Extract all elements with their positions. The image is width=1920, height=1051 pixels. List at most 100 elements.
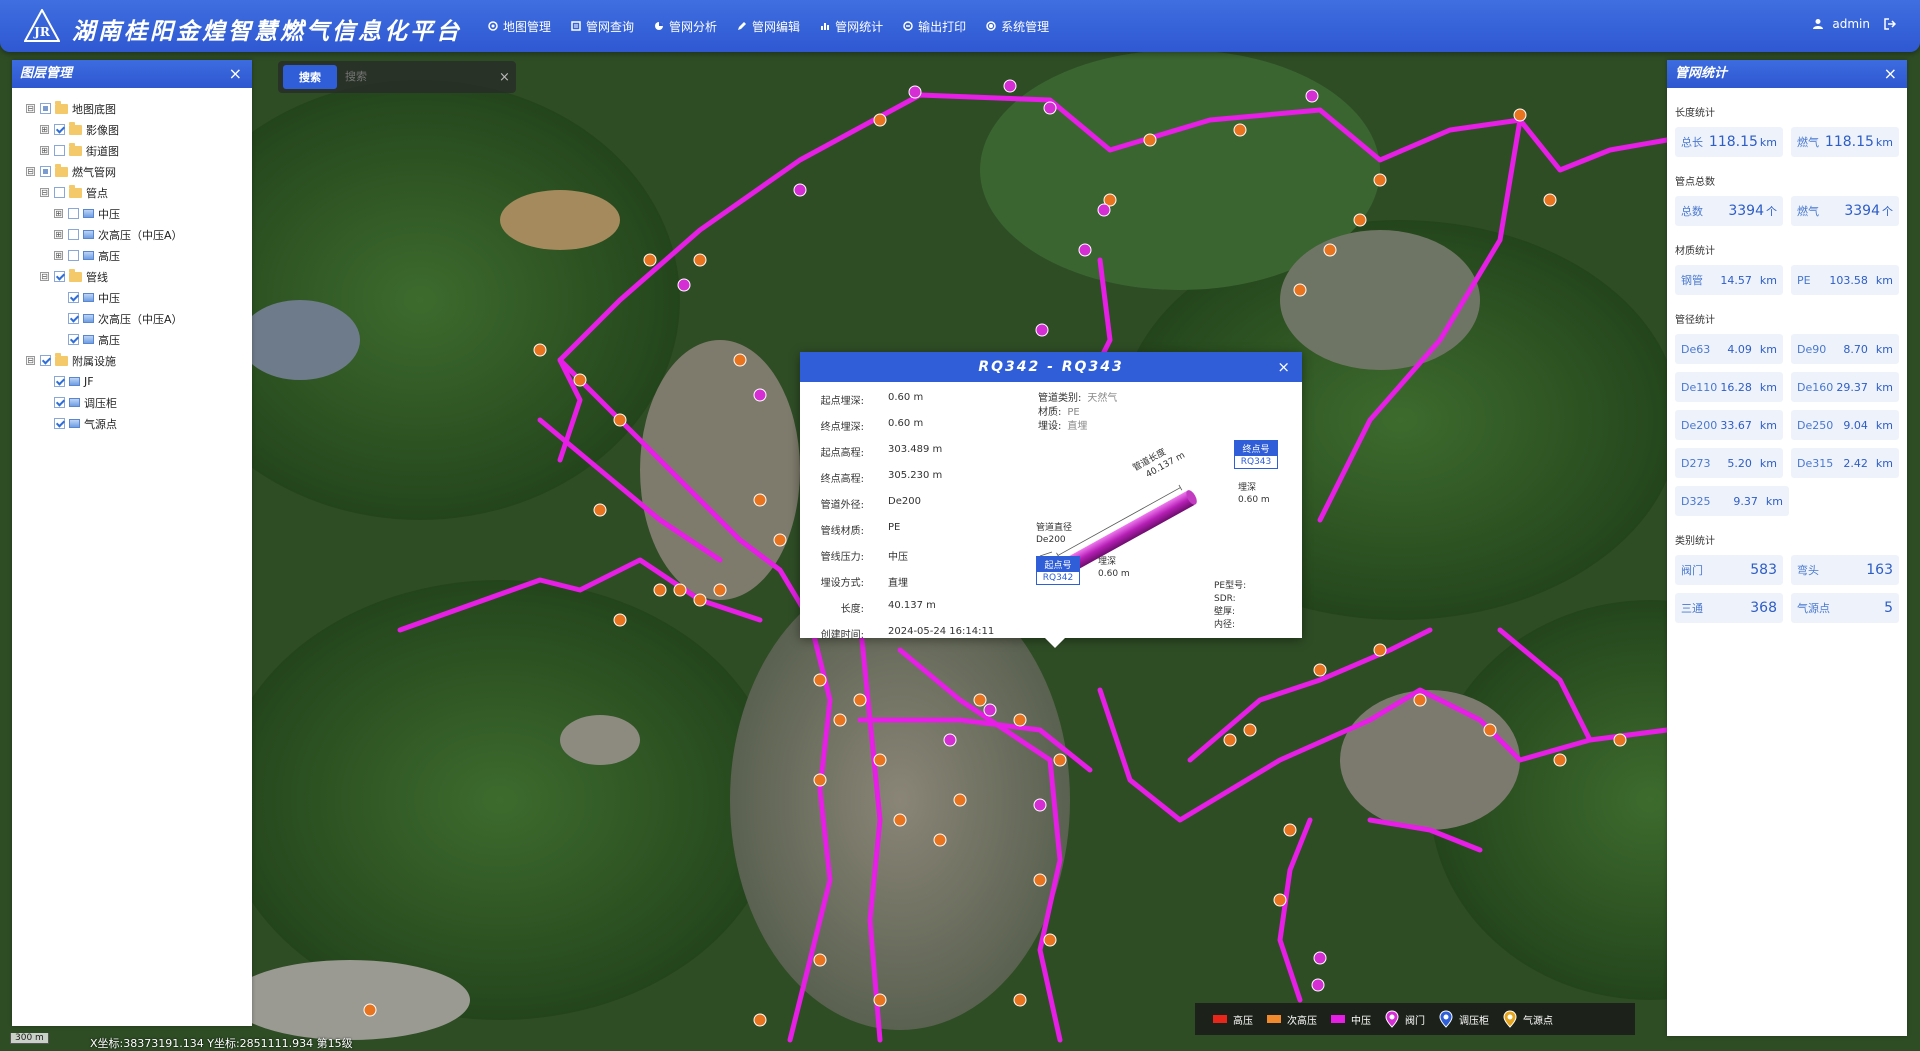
popup-header: RQ342 - RQ343 × — [800, 352, 1302, 382]
layer-tree-item[interactable]: ⊟ 管线 — [26, 266, 252, 287]
layer-tree-item[interactable]: ⊞ 次高压（中压A） — [26, 224, 252, 245]
layer-checkbox[interactable] — [68, 334, 79, 345]
search-input[interactable] — [343, 70, 497, 84]
close-icon[interactable]: × — [1277, 352, 1292, 382]
expand-icon[interactable]: ⊞ — [40, 146, 49, 155]
attribute-value: 0.60 m — [888, 418, 924, 429]
layer-checkbox[interactable] — [54, 418, 65, 429]
nav-pipe-query[interactable]: 管网查询 — [571, 18, 634, 35]
nav-pipe-edit[interactable]: 管网编辑 — [737, 18, 800, 35]
meta-key: 管道类别: — [1038, 393, 1082, 404]
layer-tree-item[interactable]: ⊟ 管点 — [26, 182, 252, 203]
nav-label: 管网查询 — [586, 19, 635, 34]
start-point-badge[interactable]: 起点号 RQ342 — [1036, 556, 1080, 585]
layer-checkbox[interactable] — [40, 103, 51, 114]
layer-tree-item[interactable]: ⊞ 中压 — [26, 203, 252, 224]
stat-label: De160 — [1797, 380, 1834, 394]
layer-tree-item[interactable]: ⊞ 高压 — [26, 245, 252, 266]
stat-box[interactable]: 燃气 3394 个 — [1791, 196, 1899, 226]
system-icon — [986, 21, 996, 31]
layer-checkbox[interactable] — [40, 166, 51, 177]
nav-print-output[interactable]: 输出打印 — [903, 18, 966, 35]
collapse-icon[interactable]: ⊟ — [40, 188, 49, 197]
layer-tree-item[interactable]: 次高压（中压A） — [26, 308, 252, 329]
layer-checkbox[interactable] — [54, 187, 65, 198]
stat-unit: km — [1875, 342, 1893, 356]
layer-tree-item[interactable]: ⊞ 街道图 — [26, 140, 252, 161]
layer-checkbox[interactable] — [54, 271, 65, 282]
stat-box[interactable]: De315 2.42 km — [1791, 448, 1899, 478]
layer-checkbox[interactable] — [68, 292, 79, 303]
attribute-key: 终点埋深: — [820, 422, 864, 433]
layer-checkbox[interactable] — [68, 313, 79, 324]
expand-icon[interactable]: ⊞ — [40, 125, 49, 134]
attribute-key: 长度: — [840, 604, 864, 615]
nav-pipe-statistics[interactable]: 管网统计 — [820, 18, 883, 35]
stat-box[interactable]: De63 4.09 km — [1675, 334, 1783, 364]
stat-box[interactable]: 钢管 14.57 km — [1675, 265, 1783, 295]
stat-value: 103.58 km — [1829, 274, 1893, 287]
expand-icon[interactable]: ⊞ — [54, 251, 63, 260]
stat-box[interactable]: 气源点 5 — [1791, 593, 1899, 623]
stat-box[interactable]: D325 9.37 km — [1675, 486, 1789, 516]
stat-box[interactable]: D273 5.20 km — [1675, 448, 1783, 478]
stat-box[interactable]: De110 16.28 km — [1675, 372, 1783, 402]
layer-tree-item[interactable]: ⊟ 地图底图 — [26, 98, 252, 119]
stat-number: 2.42 — [1843, 456, 1868, 470]
end-point-badge[interactable]: 终点号 RQ343 — [1234, 440, 1278, 469]
pipe-attribute-row: 起点高程: 303.489 m — [800, 444, 1030, 470]
close-icon[interactable]: × — [229, 60, 242, 88]
stat-box[interactable]: De90 8.70 km — [1791, 334, 1899, 364]
layer-icon — [83, 209, 94, 218]
layer-tree-item[interactable]: 高压 — [26, 329, 252, 350]
stat-box[interactable]: 总数 3394 个 — [1675, 196, 1783, 226]
stat-box[interactable]: 弯头 163 — [1791, 555, 1899, 585]
layer-tree-item[interactable]: ⊞ 影像图 — [26, 119, 252, 140]
expand-icon[interactable]: ⊞ — [54, 230, 63, 239]
legend-item: 阀门 — [1385, 1010, 1425, 1028]
search-button[interactable]: 搜索 — [283, 65, 337, 89]
legend-label: 次高压 — [1287, 1015, 1317, 1027]
company-logo-icon: JR — [24, 9, 60, 42]
layer-checkbox[interactable] — [54, 145, 65, 156]
stat-box[interactable]: 阀门 583 — [1675, 555, 1783, 585]
layer-tree-item[interactable]: 气源点 — [26, 413, 252, 434]
nav-map-management[interactable]: 地图管理 — [488, 18, 551, 35]
attribute-key: 管线材质: — [820, 526, 864, 537]
stat-box[interactable]: De250 9.04 km — [1791, 410, 1899, 440]
stat-box[interactable]: De200 33.67 km — [1675, 410, 1783, 440]
stat-box[interactable]: 燃气 118.15 km — [1791, 127, 1899, 157]
layer-tree-item[interactable]: 调压柜 — [26, 392, 252, 413]
stat-box[interactable]: De160 29.37 km — [1791, 372, 1899, 402]
nav-system-management[interactable]: 系统管理 — [986, 18, 1049, 35]
username[interactable]: admin — [1832, 17, 1870, 31]
layer-checkbox[interactable] — [68, 208, 79, 219]
layer-tree-item[interactable]: JF — [26, 371, 252, 392]
layer-checkbox[interactable] — [68, 229, 79, 240]
layer-checkbox[interactable] — [54, 397, 65, 408]
start-point-id: RQ342 — [1037, 572, 1079, 584]
close-icon[interactable]: × — [1884, 60, 1897, 88]
layer-checkbox[interactable] — [40, 355, 51, 366]
collapse-icon[interactable]: ⊟ — [26, 167, 35, 176]
collapse-icon[interactable]: ⊟ — [26, 356, 35, 365]
layer-checkbox[interactable] — [54, 124, 65, 135]
collapse-icon[interactable]: ⊟ — [40, 272, 49, 281]
logout-icon[interactable] — [1884, 18, 1896, 30]
stat-number: 3394 — [1844, 203, 1880, 219]
pipe-attribute-row: 管线压力: 中压 — [800, 548, 1030, 574]
layer-tree-item[interactable]: ⊟ 附属设施 — [26, 350, 252, 371]
layer-tree-item[interactable]: ⊟ 燃气管网 — [26, 161, 252, 182]
layer-checkbox[interactable] — [68, 250, 79, 261]
clear-icon[interactable]: × — [499, 70, 510, 85]
layer-checkbox[interactable] — [54, 376, 65, 387]
nav-pipe-analysis[interactable]: 管网分析 — [654, 18, 717, 35]
stat-box[interactable]: PE 103.58 km — [1791, 265, 1899, 295]
stat-box[interactable]: 三通 368 — [1675, 593, 1783, 623]
stat-number: 118.15 — [1708, 134, 1758, 150]
expand-icon[interactable]: ⊞ — [54, 209, 63, 218]
collapse-icon[interactable]: ⊟ — [26, 104, 35, 113]
layer-tree-item[interactable]: 中压 — [26, 287, 252, 308]
stat-box[interactable]: 总长 118.15 km — [1675, 127, 1783, 157]
stat-label: De250 — [1797, 418, 1834, 432]
